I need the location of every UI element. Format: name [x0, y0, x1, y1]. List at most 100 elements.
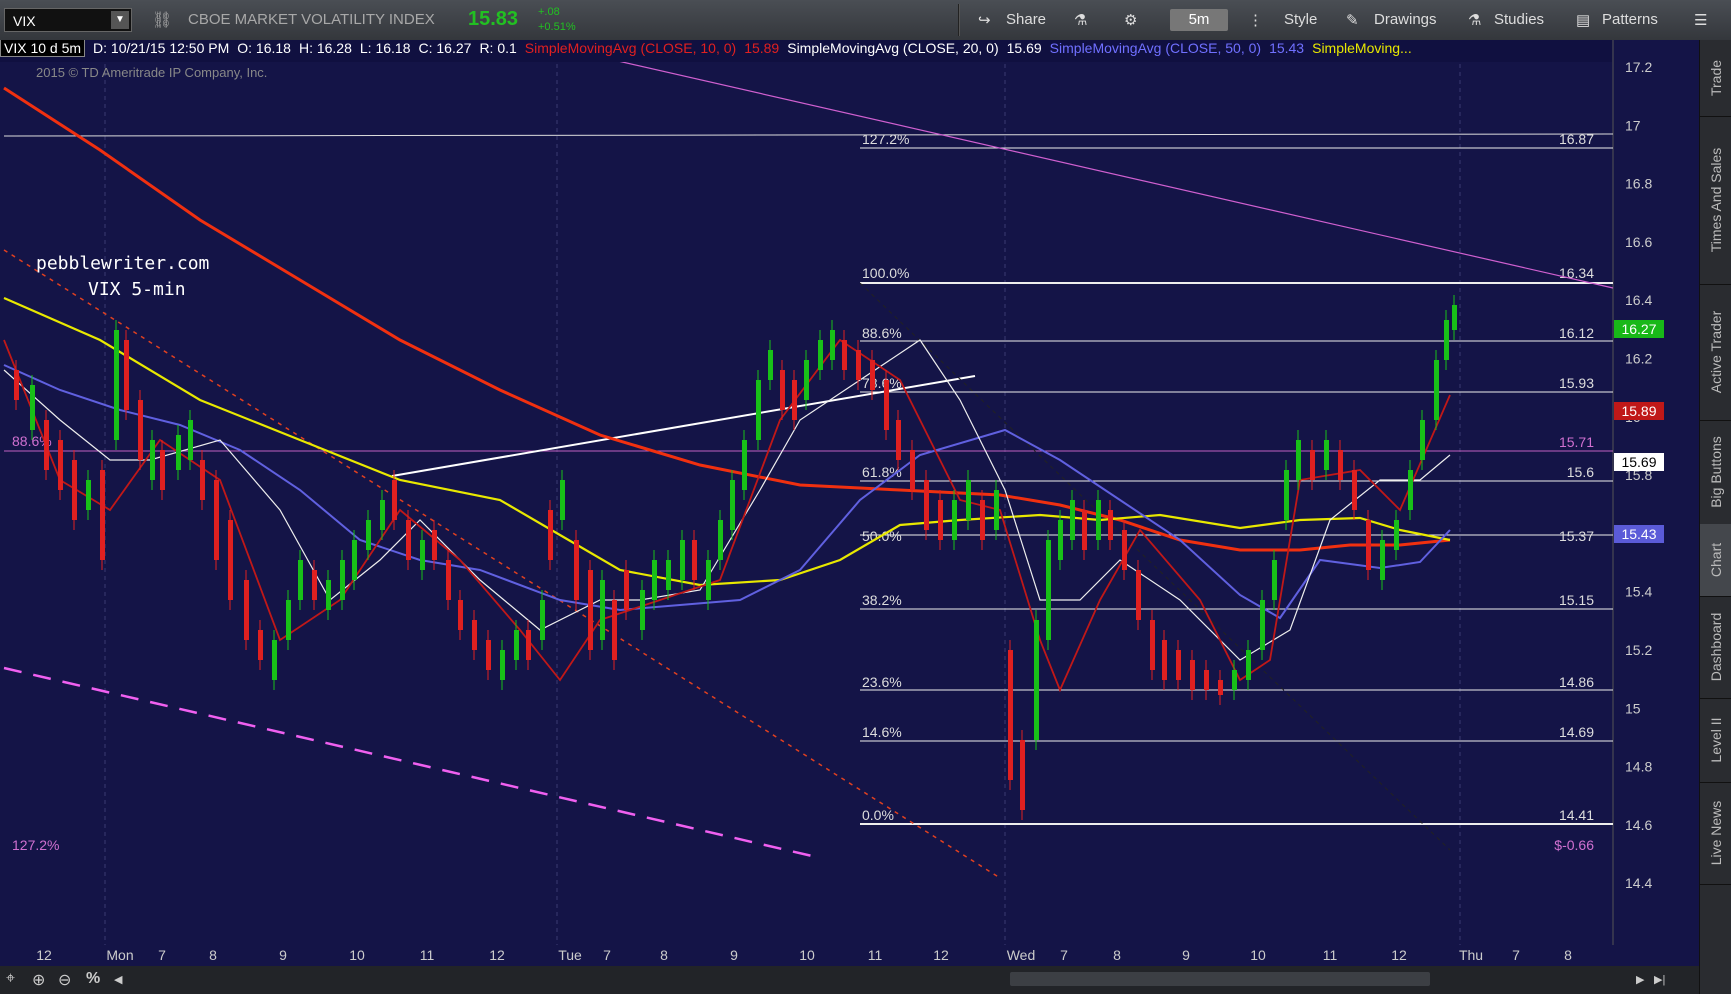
y-tick-label: 15.4	[1625, 584, 1652, 600]
patterns-icon[interactable]: ▤	[1576, 11, 1590, 29]
candle-body	[446, 560, 451, 600]
candle-body	[640, 590, 645, 630]
gear-icon[interactable]: ⚙	[1124, 11, 1137, 29]
fib-price-label: 14.86	[1559, 674, 1594, 690]
patterns-button[interactable]: Patterns	[1602, 11, 1658, 28]
y-tick-label: 16.2	[1625, 351, 1652, 367]
expand-right-icon[interactable]: ▶|	[1654, 973, 1665, 986]
x-tick-label: 11	[868, 947, 883, 963]
candle-body	[718, 520, 723, 560]
price-marker-label: 16.27	[1621, 321, 1656, 337]
fib-pct-label: 88.6%	[862, 325, 902, 341]
candle-body	[1008, 650, 1013, 780]
fib-pct-label: 14.6%	[862, 724, 902, 740]
pencil-icon[interactable]: ✎	[1346, 11, 1359, 29]
candle-body	[730, 480, 735, 530]
copyright-text: 2015 © TD Ameritrade IP Company, Inc.	[36, 65, 267, 80]
y-tick-label: 15.2	[1625, 642, 1652, 658]
studies-icon[interactable]: ⚗	[1468, 11, 1481, 29]
scroll-right-icon[interactable]: ▶	[1636, 973, 1644, 986]
crosshair-icon[interactable]: ⌖	[6, 970, 15, 988]
candle-body	[392, 480, 397, 520]
tab-chart[interactable]: Chart	[1700, 524, 1731, 597]
x-tick-label: Tue	[558, 947, 582, 963]
y-tick-label: 16.8	[1625, 176, 1652, 192]
tab-times-and-sales[interactable]: Times And Sales	[1700, 116, 1731, 285]
symbol-input[interactable]: VIX ▼	[4, 8, 132, 32]
x-tick-label: 11	[1323, 947, 1338, 963]
candle-body	[1046, 540, 1051, 640]
tab-level-ii[interactable]: Level II	[1700, 698, 1731, 783]
candle-body	[1020, 740, 1025, 810]
candle-body	[1420, 420, 1425, 460]
share-icon[interactable]: ↪	[978, 11, 991, 29]
candle-body	[994, 490, 999, 530]
candle-body	[44, 420, 49, 470]
sma50-value: 15.43	[1269, 40, 1305, 56]
candle-body	[612, 600, 617, 660]
candle-body	[1162, 640, 1167, 680]
link-icon[interactable]: ⛓	[152, 10, 172, 30]
candle-body	[952, 500, 957, 540]
candle-body	[1284, 470, 1289, 520]
candle-body	[1070, 500, 1075, 540]
tab-big-buttons[interactable]: Big Buttons	[1700, 420, 1731, 525]
candle-body	[938, 500, 943, 540]
timeframe-button[interactable]: 5m	[1170, 9, 1228, 31]
tab-active-trader[interactable]: Active Trader	[1700, 284, 1731, 421]
candle-body	[1272, 560, 1277, 600]
candle-body	[884, 380, 889, 430]
candle-body	[588, 570, 593, 650]
x-tick-label: Mon	[106, 947, 133, 963]
percent-icon[interactable]: %	[86, 970, 100, 988]
candle-body	[1176, 650, 1181, 680]
candle-body	[1324, 440, 1329, 470]
fib-pct-label: 38.2%	[862, 592, 902, 608]
fib-price-label: 15.6	[1567, 464, 1594, 480]
tab-live-news[interactable]: Live News	[1700, 782, 1731, 885]
fib-price-label: 15.37	[1559, 528, 1594, 544]
x-tick-label: 12	[933, 947, 949, 963]
chevron-down-icon[interactable]: ▼	[111, 11, 129, 29]
bar-range: R: 0.1	[479, 40, 517, 56]
candle-body	[30, 385, 35, 430]
candle-body	[830, 330, 835, 360]
x-tick-label: 9	[279, 947, 287, 963]
scroll-left-icon[interactable]: ◀	[114, 973, 122, 986]
candle-body	[86, 480, 91, 510]
right-sidebar: Trade Times And Sales Active Trader Big …	[1699, 40, 1731, 994]
share-button[interactable]: Share	[1006, 11, 1046, 28]
candle-body	[1352, 470, 1357, 510]
style-button[interactable]: Style	[1284, 11, 1317, 28]
tab-trade[interactable]: Trade	[1700, 40, 1731, 117]
fib-pct-label: 23.6%	[862, 674, 902, 690]
candle-body	[486, 640, 491, 670]
candle-body	[214, 480, 219, 560]
x-tick-label: 12	[1391, 947, 1407, 963]
price-chart[interactable]: 17.21716.816.616.416.21615.815.615.415.2…	[0, 40, 1699, 966]
tab-dashboard[interactable]: Dashboard	[1700, 596, 1731, 699]
candle-body	[980, 500, 985, 540]
candle-body	[666, 560, 671, 590]
chart-scrollbar[interactable]	[1010, 972, 1430, 986]
candle-body	[200, 460, 205, 500]
candle-body	[420, 540, 425, 570]
candle-body	[188, 420, 193, 460]
bar-high: H: 16.28	[298, 40, 352, 56]
x-tick-label: 8	[660, 947, 668, 963]
fib-price-label: 16.12	[1559, 325, 1594, 341]
studies-button[interactable]: Studies	[1494, 11, 1544, 28]
zoom-in-icon[interactable]: ⊕	[32, 970, 45, 990]
menu-icon[interactable]: ☰	[1694, 11, 1707, 29]
candle-body	[72, 460, 77, 520]
candle-body	[228, 520, 233, 600]
style-icon[interactable]: ⋮	[1248, 11, 1263, 29]
bottom-toolbar: ⌖ ⊕ ⊖ % ◀ ▶ ▶|	[0, 966, 1699, 994]
flask-icon[interactable]: ⚗	[1074, 11, 1087, 29]
zoom-out-icon[interactable]: ⊖	[58, 970, 71, 990]
drawings-button[interactable]: Drawings	[1374, 11, 1437, 28]
candle-body	[856, 350, 861, 380]
x-tick-label: 7	[158, 947, 166, 963]
x-tick-label: 11	[420, 947, 435, 963]
last-price: 15.83	[468, 8, 519, 30]
